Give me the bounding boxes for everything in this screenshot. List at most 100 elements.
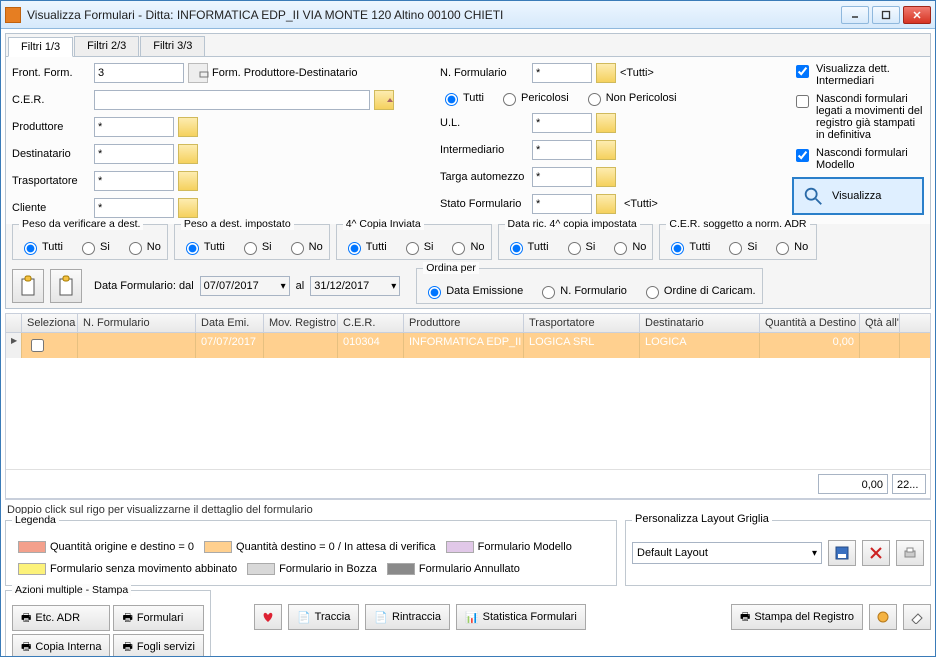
radio-tutti[interactable]: Tutti (440, 90, 484, 106)
btn-statistica[interactable]: 📊 Statistica Formulari (456, 604, 586, 630)
legend-item: Formulario Modello (446, 541, 572, 553)
app-icon (5, 7, 21, 23)
titlebar: Visualizza Formulari - Ditta: INFORMATIC… (1, 1, 935, 29)
window-title: Visualizza Formulari - Ditta: INFORMATIC… (27, 8, 841, 22)
label-destinatario: Destinatario (12, 148, 90, 160)
clip-button-2[interactable] (50, 269, 82, 303)
btn-fogli-servizi[interactable]: 🖶 Fogli servizi (113, 634, 203, 656)
filter-tabs: Filtri 1/3 Filtri 2/3 Filtri 3/3 (6, 34, 930, 57)
chk-vis-dett-label: Visualizza dett. Intermediari (816, 63, 924, 87)
group-cer-adr: C.E.R. soggetto a norm. ADR TuttiSiNo (659, 224, 816, 260)
front-form-lookup[interactable] (188, 63, 208, 83)
front-form-input[interactable] (94, 63, 184, 83)
trasportatore-input[interactable] (94, 171, 174, 191)
clip-button-1[interactable] (12, 269, 44, 303)
col-header[interactable]: Qtà all'O (860, 314, 900, 332)
personalize-box: Personalizza Layout Griglia Default Layo… (625, 520, 931, 586)
date-from-input[interactable]: 07/07/2017▾ (200, 276, 290, 296)
legend-box: Legenda Quantità origine e destino = 0Qu… (5, 520, 617, 586)
nformulario-tutti: <Tutti> (620, 67, 654, 79)
cer-input[interactable] (94, 90, 370, 110)
targa-input[interactable] (532, 167, 592, 187)
btn-heart[interactable] (254, 604, 282, 630)
minimize-button[interactable] (841, 6, 869, 24)
chk-nascondi-modello[interactable] (796, 149, 809, 162)
col-header[interactable]: Data Emi. (196, 314, 264, 332)
visualizza-button[interactable]: Visualizza (792, 177, 924, 215)
table-row[interactable]: ▶07/07/2017010304INFORMATICA EDP_IILOGIC… (6, 333, 930, 358)
label-intermediario: Intermediario (440, 144, 528, 156)
label-produttore: Produttore (12, 121, 90, 133)
nformulario-input[interactable] (532, 63, 592, 83)
group-data-ric: Data ric. 4^ copia impostata TuttiSiNo (498, 224, 654, 260)
col-header[interactable]: Destinatario (640, 314, 760, 332)
radio-pericolosi[interactable]: Pericolosi (498, 90, 569, 106)
produttore-input[interactable] (94, 117, 174, 137)
ul-lookup-icon[interactable] (596, 113, 616, 133)
destinatario-input[interactable] (94, 144, 174, 164)
group-copia-inviata: 4^ Copia Inviata TuttiSiNo (336, 224, 492, 260)
group-peso-verif: Peso da verificare a dest. TuttiSiNo (12, 224, 168, 260)
print-layout-button[interactable] (896, 540, 924, 566)
label-n-formulario: N. Formulario (440, 67, 528, 79)
col-header[interactable]: N. Formulario (78, 314, 196, 332)
btn-formulari[interactable]: 🖶 Formulari (113, 605, 203, 631)
tab-filtri-3[interactable]: Filtri 3/3 (140, 36, 205, 56)
btn-copia-interna[interactable]: 🖶 Copia Interna (12, 634, 110, 656)
layout-dropdown[interactable]: Default Layout▾ (632, 542, 822, 564)
col-header[interactable]: Produttore (404, 314, 524, 332)
stato-tutti: <Tutti> (624, 198, 658, 210)
grid-total-qty: 0,00 (818, 474, 888, 494)
stato-input[interactable] (532, 194, 592, 214)
chk-vis-dett[interactable] (796, 65, 809, 78)
destinatario-lookup-icon[interactable] (178, 144, 198, 164)
btn-gear[interactable] (869, 604, 897, 630)
chk-nascondi-modello-label: Nascondi formulari Modello (816, 147, 924, 171)
cliente-lookup-icon[interactable] (178, 198, 198, 218)
btn-etc-adr[interactable]: 🖶 Etc. ADR (12, 605, 110, 631)
legend-item: Formulario senza movimento abbinato (18, 563, 237, 575)
trasportatore-lookup-icon[interactable] (178, 171, 198, 191)
cer-lookup[interactable] (374, 90, 394, 110)
label-cliente: Cliente (12, 202, 90, 214)
maximize-button[interactable] (872, 6, 900, 24)
btn-rintraccia[interactable]: 📄 Rintraccia (365, 604, 450, 630)
date-to-input[interactable]: 31/12/2017▾ (310, 276, 400, 296)
btn-stampa-registro[interactable]: 🖶 Stampa del Registro (731, 604, 863, 630)
col-header[interactable]: C.E.R. (338, 314, 404, 332)
cliente-input[interactable] (94, 198, 174, 218)
col-header[interactable]: Seleziona (22, 314, 78, 332)
intermediario-input[interactable] (532, 140, 592, 160)
btn-eraser[interactable] (903, 604, 931, 630)
delete-layout-button[interactable] (862, 540, 890, 566)
radio-non-pericolosi[interactable]: Non Pericolosi (583, 90, 677, 106)
intermediario-lookup-icon[interactable] (596, 140, 616, 160)
label-cer: C.E.R. (12, 94, 90, 106)
legend-item: Quantità destino = 0 / In attesa di veri… (204, 541, 436, 553)
col-header[interactable]: Mov. Registro (264, 314, 338, 332)
col-header[interactable] (6, 314, 22, 332)
group-ordina-per: Ordina per Data Emissione N. Formulario … (416, 268, 762, 304)
label-stato: Stato Formulario (440, 198, 528, 210)
label-front-form: Front. Form. (12, 67, 90, 79)
save-layout-button[interactable] (828, 540, 856, 566)
ul-input[interactable] (532, 113, 592, 133)
label-ul: U.L. (440, 117, 528, 129)
stato-lookup-icon[interactable] (596, 194, 616, 214)
close-button[interactable] (903, 6, 931, 24)
tab-filtri-1[interactable]: Filtri 1/3 (8, 37, 73, 57)
col-header[interactable]: Trasportatore (524, 314, 640, 332)
targa-lookup-icon[interactable] (596, 167, 616, 187)
chk-nascondi-legati[interactable] (796, 95, 809, 108)
produttore-lookup-icon[interactable] (178, 117, 198, 137)
row-select[interactable] (31, 339, 44, 352)
azioni-multiple: Azioni multiple - Stampa 🖶 Etc. ADR 🖶 Fo… (5, 590, 211, 656)
legend-item: Formulario Annullato (387, 563, 520, 575)
form-prod-dest-label: Form. Produttore-Destinatario (212, 67, 358, 79)
tab-filtri-2[interactable]: Filtri 2/3 (74, 36, 139, 56)
grid: SelezionaN. FormularioData Emi.Mov. Regi… (5, 313, 931, 499)
nformulario-lookup-icon[interactable] (596, 63, 616, 83)
grid-count: 22... (892, 474, 926, 494)
btn-traccia[interactable]: 📄 Traccia (288, 604, 359, 630)
col-header[interactable]: Quantità a Destino (760, 314, 860, 332)
